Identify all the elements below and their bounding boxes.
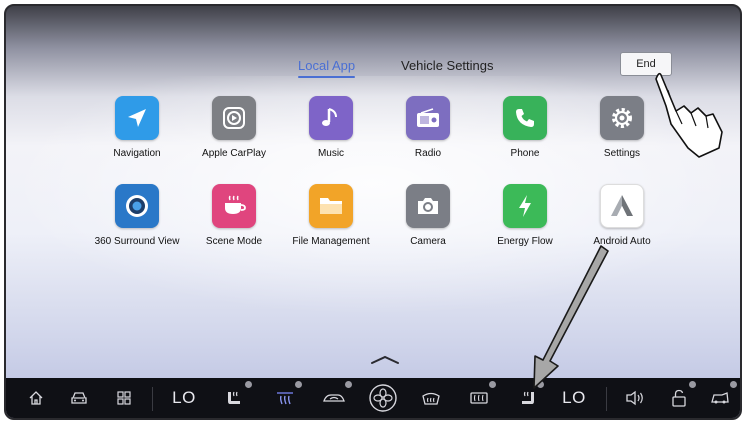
infotainment-screen: Local App Vehicle Settings End Navigatio… <box>4 4 742 420</box>
indicator-dot <box>537 381 544 388</box>
right-temperature[interactable]: LO <box>558 378 590 418</box>
app-label: 360 Surround View <box>94 236 180 247</box>
volume-icon[interactable] <box>620 378 650 418</box>
passenger-seat-heat-icon[interactable] <box>512 378 544 418</box>
surround-view-icon <box>115 184 159 228</box>
settings-icon <box>600 96 644 140</box>
indicator-dot <box>345 381 352 388</box>
radio-icon <box>406 96 450 140</box>
app-label: Settings <box>603 148 641 159</box>
bottom-control-bar: LO LO <box>6 378 740 418</box>
windshield-defrost-auto-icon[interactable] <box>270 378 302 418</box>
carplay-icon <box>212 96 256 140</box>
app-label: File Management <box>292 236 370 247</box>
home-icon[interactable] <box>24 378 48 418</box>
unlock-icon[interactable] <box>666 378 696 418</box>
app-label: Scene Mode <box>205 236 263 247</box>
app-label: Apple CarPlay <box>202 148 266 159</box>
seat-heat-icon[interactable] <box>220 378 252 418</box>
app-label: Radio <box>414 148 442 159</box>
left-temperature[interactable]: LO <box>168 378 200 418</box>
scene-mode-icon <box>212 184 256 228</box>
app-apple-carplay[interactable]: Apple CarPlay <box>179 96 289 159</box>
app-label: Energy Flow <box>497 236 553 247</box>
apps-grid-icon[interactable] <box>112 378 136 418</box>
energy-flow-icon <box>503 184 547 228</box>
app-music[interactable]: Music <box>276 96 386 159</box>
chevron-up-icon[interactable] <box>370 352 400 370</box>
tab-vehicle-settings[interactable]: Vehicle Settings <box>401 58 494 73</box>
app-radio[interactable]: Radio <box>373 96 483 159</box>
app-label: Phone <box>510 148 540 159</box>
tab-local-app[interactable]: Local App <box>298 58 356 78</box>
app-label: Camera <box>410 236 446 247</box>
trunk-icon[interactable] <box>706 378 737 418</box>
folder-icon <box>309 184 353 228</box>
divider <box>152 387 153 411</box>
app-label: Music <box>317 148 345 159</box>
rear-defrost-icon[interactable] <box>464 378 496 418</box>
app-settings[interactable]: Settings <box>567 96 677 159</box>
app-energy-flow[interactable]: Energy Flow <box>470 184 580 247</box>
app-scene-mode[interactable]: Scene Mode <box>179 184 289 247</box>
app-file-management[interactable]: File Management <box>276 184 386 247</box>
app-android-auto[interactable]: Android Auto <box>567 184 677 247</box>
app-phone[interactable]: Phone <box>470 96 580 159</box>
air-recirculation-icon[interactable] <box>318 378 352 418</box>
navigation-icon <box>115 96 159 140</box>
app-label: Navigation <box>113 148 161 159</box>
music-icon <box>309 96 353 140</box>
app-navigation[interactable]: Navigation <box>82 96 192 159</box>
android-auto-icon <box>600 184 644 228</box>
divider <box>606 387 607 411</box>
app-label: Android Auto <box>593 236 651 247</box>
indicator-dot <box>730 381 737 388</box>
end-button[interactable]: End <box>620 52 672 76</box>
app-360-surround-view[interactable]: 360 Surround View <box>82 184 192 247</box>
indicator-dot <box>689 381 696 388</box>
indicator-dot <box>245 381 252 388</box>
fan-icon[interactable] <box>366 378 400 418</box>
car-icon[interactable] <box>66 378 92 418</box>
camera-icon <box>406 184 450 228</box>
front-defrost-icon[interactable] <box>416 378 446 418</box>
phone-icon <box>503 96 547 140</box>
indicator-dot <box>489 381 496 388</box>
indicator-dot <box>295 381 302 388</box>
app-camera[interactable]: Camera <box>373 184 483 247</box>
